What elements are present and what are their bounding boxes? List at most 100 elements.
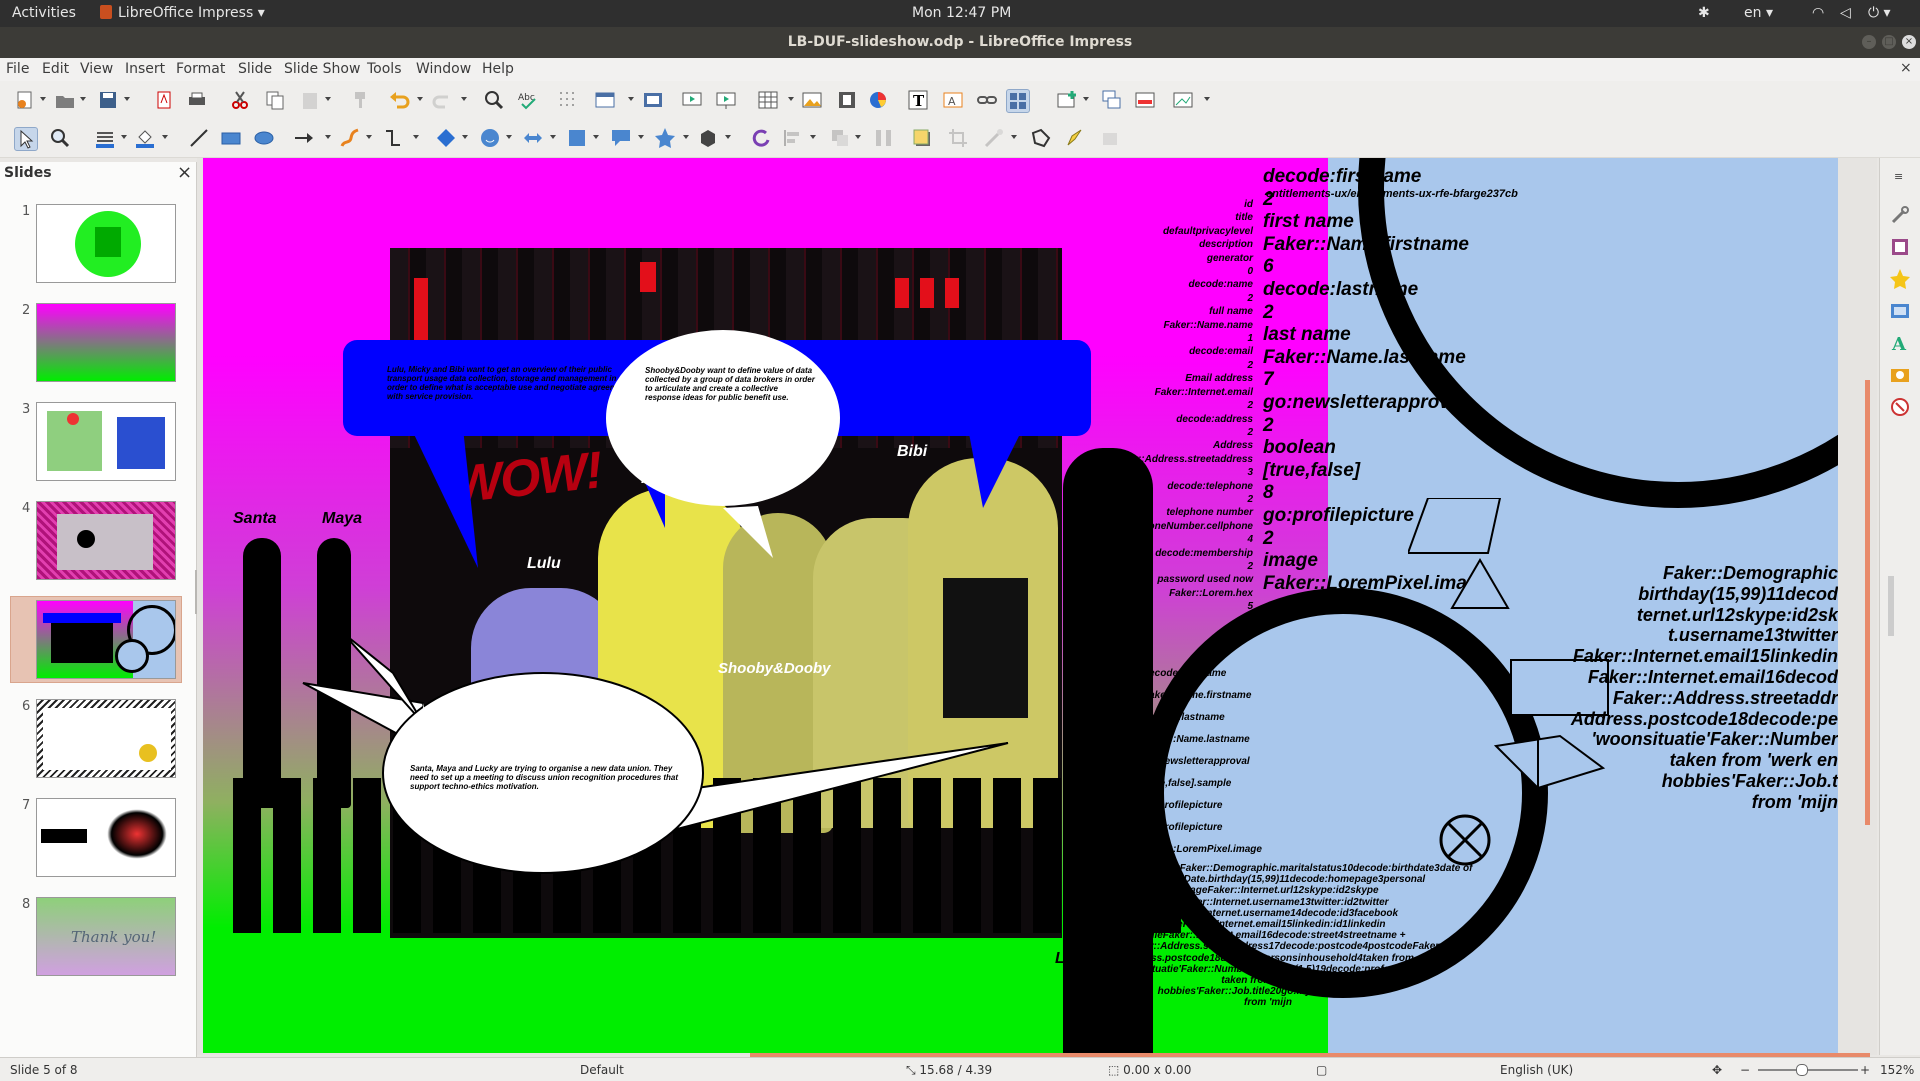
minimize-button[interactable]: – xyxy=(1862,35,1876,49)
crop-icon[interactable] xyxy=(947,127,969,149)
properties-icon[interactable] xyxy=(1889,204,1911,226)
zoom-slider[interactable] xyxy=(1758,1069,1858,1071)
language-indicator[interactable]: English (UK) xyxy=(1500,1063,1573,1077)
new-slide-icon[interactable] xyxy=(1056,89,1078,111)
slide-thumbnail-2[interactable] xyxy=(36,303,176,382)
zoom-slider-thumb[interactable] xyxy=(1796,1064,1808,1076)
menu-file[interactable]: File xyxy=(6,61,29,77)
cut-icon[interactable] xyxy=(229,89,251,111)
menu-window[interactable]: Window xyxy=(416,61,471,77)
menu-slide[interactable]: Slide xyxy=(238,61,272,77)
fit-slide-icon[interactable]: ✥ xyxy=(1712,1063,1722,1077)
sidebar-menu-icon[interactable]: ≡ xyxy=(1894,170,1903,183)
slide-canvas[interactable]: WOW! Lulu, Micky and Bibi want to get an… xyxy=(203,158,1838,1053)
block-arrows-icon[interactable] xyxy=(522,127,544,149)
insert-table-icon[interactable] xyxy=(757,89,787,111)
master-slide-icon[interactable] xyxy=(642,89,664,111)
vertical-scrollbar[interactable] xyxy=(1865,380,1870,825)
menu-help[interactable]: Help xyxy=(482,61,514,77)
insert-image-icon[interactable] xyxy=(801,89,823,111)
save-icon[interactable] xyxy=(97,89,119,111)
slide-thumbnail-7[interactable] xyxy=(36,798,176,877)
bluetooth-icon[interactable]: ✱ xyxy=(1698,5,1710,21)
print-icon[interactable] xyxy=(186,89,208,111)
open-folder-icon[interactable] xyxy=(54,89,76,111)
zoom-pan-icon[interactable] xyxy=(49,127,71,149)
distribute-icon[interactable] xyxy=(873,127,895,149)
flowchart-icon[interactable] xyxy=(566,127,588,149)
zoom-in-button[interactable]: + xyxy=(1860,1063,1870,1077)
maximize-button[interactable]: □ xyxy=(1882,35,1896,49)
display-views-icon[interactable] xyxy=(594,89,624,111)
new-document-icon[interactable] xyxy=(14,89,36,111)
master-slides-icon[interactable] xyxy=(1889,236,1911,258)
symbol-shapes-icon[interactable] xyxy=(479,127,501,149)
slide-thumbnail-1[interactable] xyxy=(36,204,176,283)
zoom-out-button[interactable]: − xyxy=(1740,1063,1750,1077)
glue-points-icon[interactable] xyxy=(1064,127,1086,149)
display-grid-icon[interactable] xyxy=(557,89,579,111)
filter-icon[interactable] xyxy=(983,127,1005,149)
sidebar-splitter[interactable] xyxy=(1888,576,1894,636)
start-current-slide-icon[interactable] xyxy=(715,89,737,111)
menu-insert[interactable]: Insert xyxy=(125,61,165,77)
close-button[interactable]: × xyxy=(1902,35,1916,49)
slide-thumbnail-3[interactable] xyxy=(36,402,176,481)
document-modified-icon[interactable]: ▢ xyxy=(1316,1063,1327,1077)
paste-icon[interactable] xyxy=(299,89,321,111)
clock[interactable]: Mon 12:47 PM xyxy=(912,5,1011,21)
align-objects-icon[interactable] xyxy=(782,127,804,149)
clone-formatting-icon[interactable] xyxy=(349,89,371,111)
slide-layout-icon[interactable] xyxy=(1172,89,1194,111)
find-replace-icon[interactable] xyxy=(483,89,505,111)
volume-icon[interactable]: ◁ xyxy=(1840,5,1851,21)
spelling-icon[interactable]: Abc xyxy=(517,89,539,111)
gallery-icon[interactable] xyxy=(1889,364,1911,386)
shadow-icon[interactable] xyxy=(911,127,933,149)
duplicate-slide-icon[interactable] xyxy=(1101,89,1123,111)
menu-edit[interactable]: Edit xyxy=(42,61,69,77)
copy-icon[interactable] xyxy=(264,89,286,111)
start-first-slide-icon[interactable] xyxy=(681,89,703,111)
slide-transition-icon[interactable] xyxy=(1889,300,1911,322)
menu-format[interactable]: Format xyxy=(176,61,225,77)
lines-arrows-icon[interactable] xyxy=(293,127,315,149)
menu-slide-show[interactable]: Slide Show xyxy=(284,61,360,77)
menu-view[interactable]: View xyxy=(80,61,113,77)
toggle-extrusion-icon[interactable] xyxy=(1100,127,1122,149)
line-color-icon[interactable] xyxy=(94,127,116,149)
close-panel-button[interactable]: × xyxy=(177,162,192,183)
power-icon[interactable]: ⏻ ▾ xyxy=(1868,5,1891,21)
custom-animation-icon[interactable] xyxy=(1889,268,1911,290)
export-pdf-icon[interactable] xyxy=(153,89,175,111)
insert-text-box-icon[interactable]: T xyxy=(907,89,929,111)
basic-shapes-icon[interactable] xyxy=(435,127,457,149)
undo-icon[interactable] xyxy=(388,89,410,111)
slide-thumbnail-5[interactable] xyxy=(36,600,176,679)
delete-slide-icon[interactable] xyxy=(1134,89,1156,111)
callouts-icon[interactable] xyxy=(610,127,632,149)
3d-objects-icon[interactable] xyxy=(697,127,719,149)
styles-icon[interactable]: A xyxy=(1889,332,1911,355)
close-document-button[interactable]: × xyxy=(1900,60,1912,76)
zoom-percentage[interactable]: 152% xyxy=(1880,1063,1914,1077)
stars-icon[interactable] xyxy=(654,127,676,149)
arrange-icon[interactable] xyxy=(829,127,851,149)
select-pointer-icon[interactable] xyxy=(14,127,38,151)
redo-icon[interactable] xyxy=(432,89,454,111)
insert-hyperlink-icon[interactable] xyxy=(976,89,998,111)
slide-thumbnail-6[interactable] xyxy=(36,699,176,778)
input-language[interactable]: en ▾ xyxy=(1744,5,1773,21)
insert-chart-icon[interactable] xyxy=(867,89,889,111)
insert-line-icon[interactable] xyxy=(188,127,210,149)
show-draw-functions-icon[interactable] xyxy=(1006,89,1030,113)
insert-media-icon[interactable] xyxy=(836,89,858,111)
activities-button[interactable]: Activities xyxy=(12,5,76,21)
insert-fontwork-icon[interactable]: A xyxy=(942,89,964,111)
master-layout-name[interactable]: Default xyxy=(580,1063,624,1077)
points-icon[interactable] xyxy=(1030,127,1052,149)
ellipse-icon[interactable] xyxy=(253,127,275,149)
app-menu[interactable]: LibreOffice Impress ▾ xyxy=(100,5,265,21)
fill-color-icon[interactable] xyxy=(134,127,156,149)
menu-tools[interactable]: Tools xyxy=(367,61,402,77)
